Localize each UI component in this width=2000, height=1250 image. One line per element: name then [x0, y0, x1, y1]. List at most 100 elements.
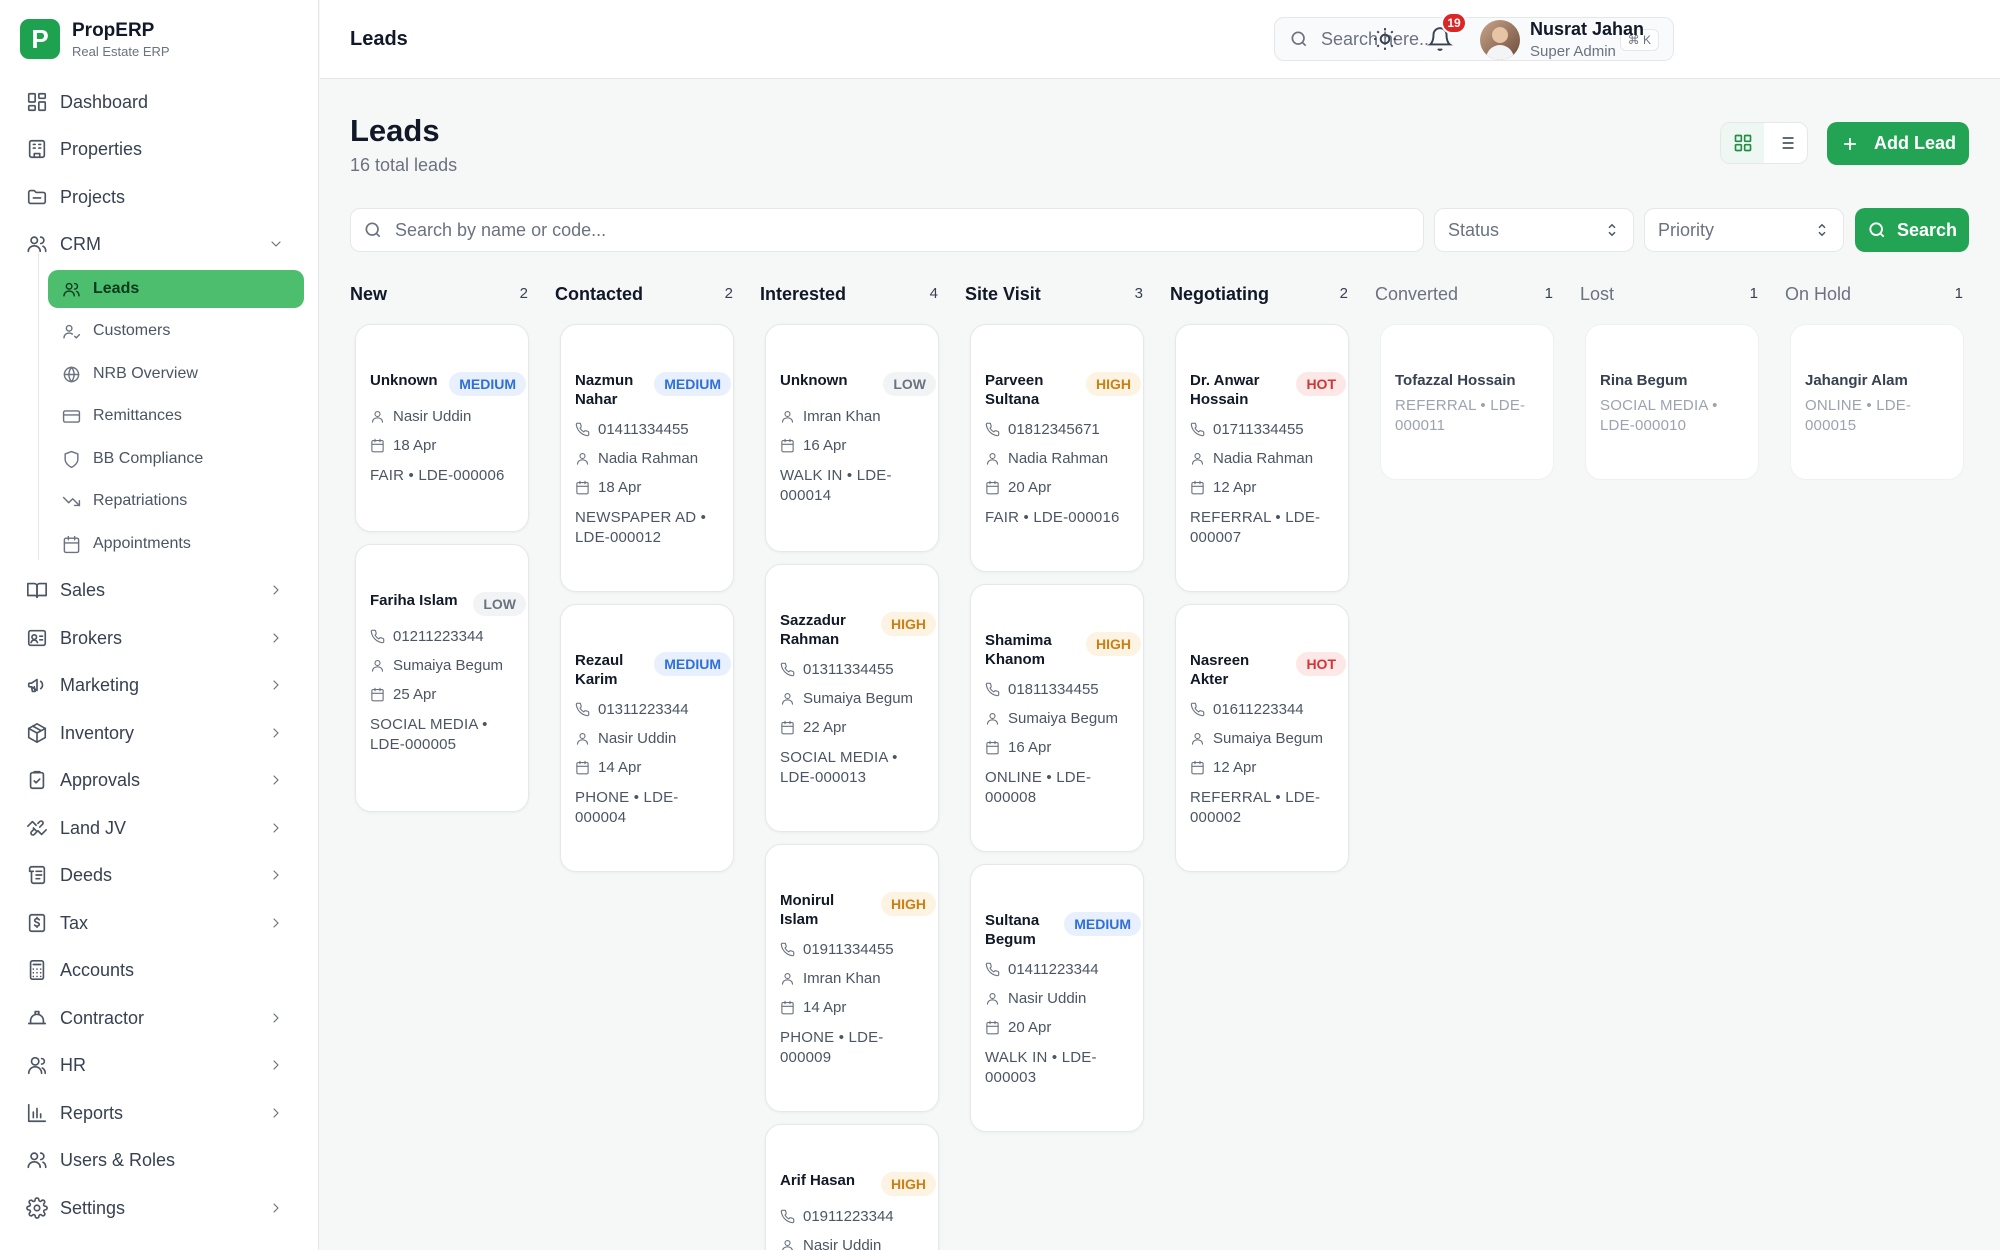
folder-icon	[27, 189, 47, 205]
lead-card[interactable]: Rezaul Karim MEDIUM 01311223344 Nasir Uddin…	[560, 604, 734, 872]
lead-card[interactable]: Parveen Sultana HIGH 01812345671 Nadia Rahm…	[970, 324, 1144, 572]
sidebar-item-brokers[interactable]: Brokers	[26, 620, 294, 656]
calendar-icon	[371, 438, 384, 453]
brand[interactable]: P PropERP Real Estate ERP	[20, 19, 170, 59]
user-icon	[781, 410, 794, 423]
sidebar-item-contractor[interactable]: Contractor	[26, 1000, 294, 1036]
grid-view-button[interactable]	[1721, 123, 1764, 163]
lead-card[interactable]: Sultana Begum MEDIUM 01411223344 Nasir Uddi…	[970, 864, 1144, 1132]
sidebar-subitem-repatriations[interactable]: Repatriations	[48, 482, 304, 520]
brand-logo: P	[20, 19, 60, 59]
lead-search-input[interactable]: Search by name or code...	[350, 208, 1424, 252]
list-view-button[interactable]	[1764, 123, 1807, 163]
lead-name: Fariha Islam	[370, 592, 458, 609]
sidebar-item-reports[interactable]: Reports	[26, 1095, 294, 1131]
lead-source-code: FAIR • LDE-000016	[985, 509, 1120, 526]
lead-name: Monirul Islam	[780, 892, 835, 928]
add-lead-button[interactable]: Add Lead	[1827, 122, 1969, 165]
sidebar-item-deeds[interactable]: Deeds	[26, 857, 294, 893]
lead-source-code: SOCIAL MEDIA • LDE-000013	[780, 749, 898, 786]
lead-date-row: 25 Apr	[370, 686, 514, 703]
lead-card[interactable]: Unknown LOW Imran Khan 16 Apr WALK IN • LDE-…	[765, 324, 939, 552]
lead-card[interactable]: Shamima Khanom HIGH 01811334455 Sumaiya Beg…	[970, 584, 1144, 852]
users-icon	[27, 236, 47, 253]
lead-card[interactable]: Rina Begum SOCIAL MEDIA • LDE-000010	[1585, 324, 1759, 480]
id-card-icon	[27, 629, 47, 647]
sidebar-item-label: Inventory	[60, 722, 135, 743]
lead-card[interactable]: Monirul Islam HIGH 01911334455 Imran Khan 14…	[765, 844, 939, 1112]
phone-icon	[985, 682, 1000, 697]
calendar-icon	[1191, 760, 1204, 775]
lead-date: 12 Apr	[1213, 479, 1257, 496]
chevron-right-icon	[273, 1203, 279, 1213]
sidebar-item-label: Users & Roles	[60, 1149, 176, 1170]
sidebar-item-users-and-roles[interactable]: Users & Roles	[26, 1142, 294, 1178]
status-select[interactable]: Status	[1434, 208, 1634, 252]
sidebar-item-properties[interactable]: Properties	[26, 131, 294, 167]
lead-agent-row: Nasir Uddin	[370, 408, 514, 425]
lead-card[interactable]: Unknown MEDIUM Nasir Uddin 18 Apr FAIR • LDE…	[355, 324, 529, 532]
sidebar-item-tax[interactable]: Tax	[26, 905, 294, 941]
lead-source-code: FAIR • LDE-000006	[370, 467, 505, 484]
column-header-new: New 2	[350, 284, 530, 308]
user-name[interactable]: Nusrat Jahan	[1530, 19, 1644, 40]
sidebar-item-approvals[interactable]: Approvals	[26, 762, 294, 798]
sidebar-item-hr[interactable]: HR	[26, 1047, 294, 1083]
sidebar-item-accounts[interactable]: Accounts	[26, 952, 294, 988]
lead-card[interactable]: Arif Hasan HIGH 01911223344 Nasir Uddin	[765, 1124, 939, 1250]
sidebar-subitem-customers[interactable]: Customers	[48, 312, 304, 350]
user-icon	[371, 659, 384, 672]
lead-date-row: 20 Apr	[985, 1019, 1129, 1036]
lead-card[interactable]: Sazzadur Rahman HIGH 01311334455 Sumaiya Be…	[765, 564, 939, 832]
lead-card[interactable]: Jahangir Alam ONLINE • LDE-000015	[1790, 324, 1964, 480]
sidebar-item-projects[interactable]: Projects	[26, 179, 294, 215]
lead-card[interactable]: Tofazzal Hossain REFERRAL • LDE-000011	[1380, 324, 1554, 480]
sidebar-item-marketing[interactable]: Marketing	[26, 667, 294, 703]
lead-date-row: 16 Apr	[985, 739, 1129, 756]
sidebar-subitem-bb-compliance[interactable]: BB Compliance	[48, 440, 304, 478]
column-title: Lost	[1580, 284, 1615, 304]
sidebar-item-label: Contractor	[60, 1007, 145, 1028]
avatar[interactable]	[1480, 20, 1520, 60]
sidebar-subitem-nrb-overview[interactable]: NRB Overview	[48, 355, 304, 393]
sidebar-subitem-remittances[interactable]: Remittances	[48, 397, 304, 435]
sidebar-subitem-appointments[interactable]: Appointments	[48, 525, 304, 563]
sidebar-subitem-label: Appointments	[93, 535, 191, 552]
column-header-contacted: Contacted 2	[555, 284, 735, 308]
lead-card[interactable]: Fariha Islam LOW 01211223344 Sumaiya Begum 2…	[355, 544, 529, 812]
clipboard-check-icon	[29, 770, 45, 790]
lead-date: 16 Apr	[1008, 739, 1052, 756]
calendar-icon	[986, 740, 999, 755]
calendar-icon	[576, 760, 589, 775]
sidebar-item-label: Sales	[60, 579, 106, 600]
sidebar-item-land-jv[interactable]: Land JV	[26, 810, 294, 846]
lead-source-code: NEWSPAPER AD • LDE-000012	[575, 509, 707, 546]
search-button[interactable]: Search	[1855, 208, 1969, 252]
sidebar-item-dashboard[interactable]: Dashboard	[26, 84, 294, 120]
lead-phone: 01811334455	[1008, 681, 1099, 698]
lead-card[interactable]: Dr. Anwar Hossain HOT 01711334455 Nadia Rah…	[1175, 324, 1349, 592]
lead-name: Dr. Anwar Hossain	[1190, 372, 1260, 408]
sidebar-subitem-leads[interactable]: Leads	[48, 270, 304, 308]
lead-phone: 01711334455	[1213, 421, 1304, 438]
priority-select[interactable]: Priority	[1644, 208, 1844, 252]
lead-card[interactable]: Nasreen Akter HOT 01611223344 Sumaiya Begum…	[1175, 604, 1349, 872]
lead-source-code: WALK IN • LDE-000003	[985, 1049, 1097, 1086]
sidebar-item-crm[interactable]: CRM	[26, 226, 294, 262]
sidebar-item-settings[interactable]: Settings	[26, 1190, 294, 1226]
lead-agent-row: Sumaiya Begum	[780, 690, 924, 707]
sun-icon[interactable]	[1372, 26, 1398, 52]
chevron-right-icon	[273, 1060, 279, 1070]
lead-phone-row: 01311334455	[780, 661, 924, 678]
priority-select-value: Priority	[1658, 219, 1715, 240]
credit-card-icon	[62, 409, 81, 423]
user-icon	[1191, 452, 1204, 465]
lead-card[interactable]: Nazmun Nahar MEDIUM 01411334455 Nadia Rahma…	[560, 324, 734, 592]
user-icon	[576, 732, 589, 745]
lead-name: Tofazzal Hossain	[1395, 372, 1516, 389]
calendar-icon	[371, 687, 384, 702]
megaphone-icon	[27, 678, 44, 693]
sidebar-item-inventory[interactable]: Inventory	[26, 715, 294, 751]
lead-phone-row: 01911334455	[780, 941, 924, 958]
sidebar-item-sales[interactable]: Sales	[26, 572, 294, 608]
